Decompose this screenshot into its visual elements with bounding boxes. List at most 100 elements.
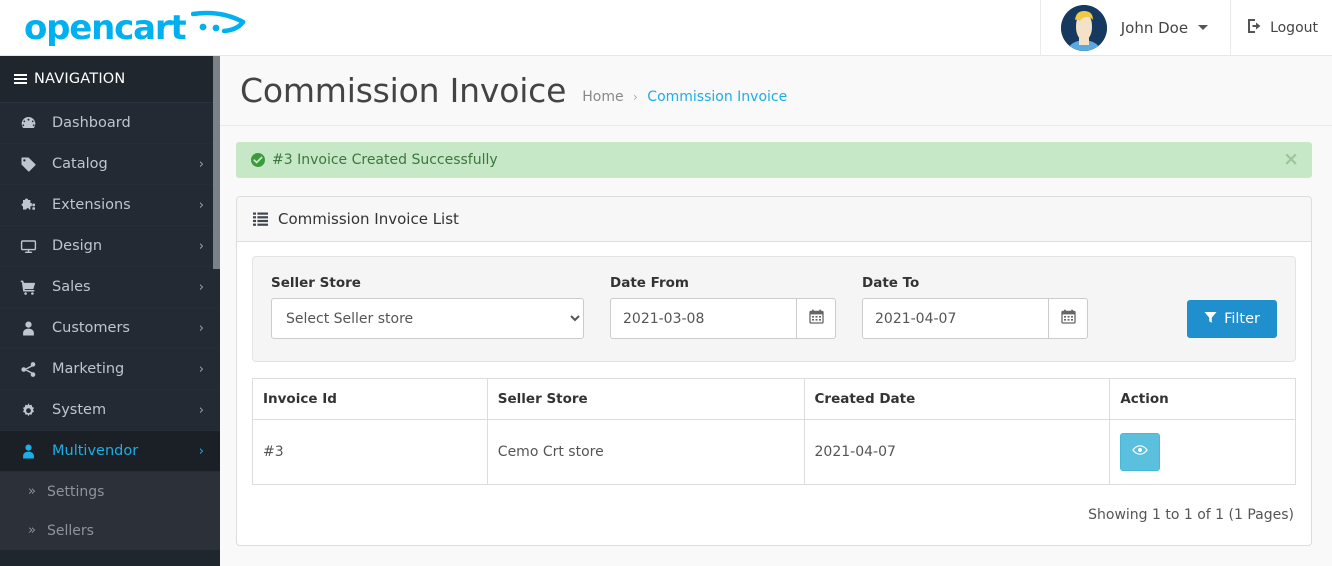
sidebar-item-label: Extensions	[52, 197, 131, 213]
logout-button[interactable]: Logout	[1230, 0, 1332, 55]
breadcrumb-home[interactable]: Home	[582, 89, 623, 105]
filter-form: Seller Store Select Seller store Date Fr…	[252, 256, 1296, 362]
chevron-right-icon: ›	[198, 197, 204, 213]
table-body: #3 Cemo Crt store 2021-04-07	[252, 419, 1296, 485]
success-alert: #3 Invoice Created Successfully ×	[236, 142, 1312, 178]
date-to-calendar-button[interactable]	[1048, 298, 1088, 339]
navigation-title[interactable]: NAVIGATION	[0, 56, 220, 103]
sidebar-item-label: System	[52, 402, 107, 418]
sidebar-item-label: Design	[52, 238, 103, 254]
chevron-right-icon: ›	[198, 402, 204, 418]
list-icon	[253, 212, 268, 226]
sidebar-item-label: Sales	[52, 279, 91, 295]
date-from-field: Date From	[610, 275, 836, 339]
cart-icon	[20, 279, 42, 296]
logo-text: opencart	[24, 8, 187, 48]
sidebar-item-design[interactable]: Design ›	[0, 226, 220, 267]
gear-icon	[20, 402, 42, 419]
date-to-input[interactable]	[862, 298, 1048, 339]
view-invoice-button[interactable]	[1120, 433, 1161, 471]
date-from-group	[610, 298, 836, 339]
main-content: Commission Invoice Home › Commission Inv…	[220, 56, 1332, 566]
chevron-right-icon: ›	[198, 361, 204, 377]
page-title: Commission Invoice	[240, 70, 567, 110]
sidebar-item-customers[interactable]: Customers ›	[0, 308, 220, 349]
sign-out-icon	[1247, 18, 1270, 38]
sidebar-item-system[interactable]: System ›	[0, 390, 220, 431]
seller-store-field: Seller Store Select Seller store	[271, 275, 584, 339]
panel-header: Commission Invoice List	[237, 197, 1311, 242]
user-menu-button[interactable]: John Doe	[1039, 0, 1230, 55]
cell-seller-store: Cemo Crt store	[486, 419, 805, 485]
column-header-created-date: Created Date	[803, 378, 1111, 420]
user-icon	[20, 320, 42, 337]
page-header: Commission Invoice Home › Commission Inv…	[220, 56, 1332, 126]
chevron-right-icon: ›	[198, 279, 204, 295]
sidebar-item-multivendor[interactable]: Multivendor ›	[0, 431, 220, 472]
chevron-right-icon: ›	[198, 443, 204, 459]
double-chevron-right-icon: »	[28, 523, 36, 538]
sidebar-item-extensions[interactable]: Extensions ›	[0, 185, 220, 226]
user-name-label: John Doe	[1120, 18, 1189, 37]
commission-invoice-panel: Commission Invoice List Seller Store Sel…	[236, 196, 1312, 546]
sidebar-item-label: Multivendor	[52, 443, 139, 459]
sidebar-item-label: Customers	[52, 320, 130, 336]
puzzle-icon	[20, 197, 42, 214]
column-header-invoice-id: Invoice Id	[252, 378, 488, 420]
sidebar-item-label: Marketing	[52, 361, 125, 377]
cell-created-date: 2021-04-07	[803, 419, 1111, 485]
sidebar-subitem-label: Sellers	[46, 522, 94, 539]
sidebar-subitem-settings[interactable]: » Settings	[0, 472, 220, 511]
sidebar: NAVIGATION Dashboard Catalog › Extension…	[0, 56, 220, 566]
eye-icon	[1132, 444, 1149, 460]
logout-label: Logout	[1270, 19, 1318, 36]
filter-button-label: Filter	[1224, 311, 1260, 327]
opencart-logo[interactable]: opencart	[24, 8, 247, 48]
column-header-action: Action	[1109, 378, 1296, 420]
sidebar-subitem-sellers[interactable]: » Sellers	[0, 511, 220, 550]
top-header: opencart John Doe Logout	[0, 0, 1332, 56]
breadcrumb-separator: ›	[633, 89, 638, 104]
dashboard-icon	[20, 115, 42, 132]
sidebar-item-dashboard[interactable]: Dashboard	[0, 103, 220, 144]
breadcrumb: Home › Commission Invoice	[582, 77, 787, 105]
sidebar-item-catalog[interactable]: Catalog ›	[0, 144, 220, 185]
funnel-icon	[1204, 311, 1224, 328]
seller-store-select[interactable]: Select Seller store	[271, 298, 584, 339]
date-from-input[interactable]	[610, 298, 796, 339]
date-to-field: Date To	[862, 275, 1088, 339]
calendar-icon	[1060, 309, 1076, 328]
filter-button[interactable]: Filter	[1187, 300, 1277, 338]
date-from-calendar-button[interactable]	[796, 298, 836, 339]
chevron-down-icon	[1198, 25, 1209, 30]
double-chevron-right-icon: »	[28, 484, 36, 499]
sidebar-item-sales[interactable]: Sales ›	[0, 267, 220, 308]
sidebar-item-label: Dashboard	[52, 115, 131, 131]
user-icon	[20, 443, 42, 460]
sidebar-item-label: Catalog	[52, 156, 108, 172]
panel-body: Seller Store Select Seller store Date Fr…	[237, 242, 1311, 545]
panel-title: Commission Invoice List	[278, 210, 459, 228]
chevron-right-icon: ›	[198, 156, 204, 172]
sidebar-subitem-label: Settings	[46, 483, 105, 500]
alert-message: #3 Invoice Created Successfully	[272, 152, 498, 168]
desktop-icon	[20, 238, 42, 255]
commission-invoice-table: Invoice Id Seller Store Created Date Act…	[252, 378, 1296, 485]
header-right-group: John Doe Logout	[1039, 0, 1332, 55]
hamburger-icon	[14, 71, 27, 86]
table-head: Invoice Id Seller Store Created Date Act…	[252, 378, 1296, 420]
table-pagination-info: Showing 1 to 1 of 1 (1 Pages)	[1088, 507, 1294, 523]
calendar-icon	[808, 309, 824, 328]
sidebar-item-marketing[interactable]: Marketing ›	[0, 349, 220, 390]
cell-action	[1109, 419, 1296, 485]
navigation-title-label: NAVIGATION	[34, 71, 126, 87]
date-from-label: Date From	[610, 275, 689, 291]
avatar	[1060, 4, 1107, 51]
close-icon[interactable]: ×	[1283, 150, 1299, 169]
seller-store-label: Seller Store	[271, 275, 361, 291]
breadcrumb-current[interactable]: Commission Invoice	[647, 89, 787, 105]
tag-icon	[20, 156, 42, 173]
table-header-row: Invoice Id Seller Store Created Date Act…	[252, 378, 1296, 420]
share-icon	[20, 361, 42, 378]
date-to-label: Date To	[862, 275, 920, 291]
